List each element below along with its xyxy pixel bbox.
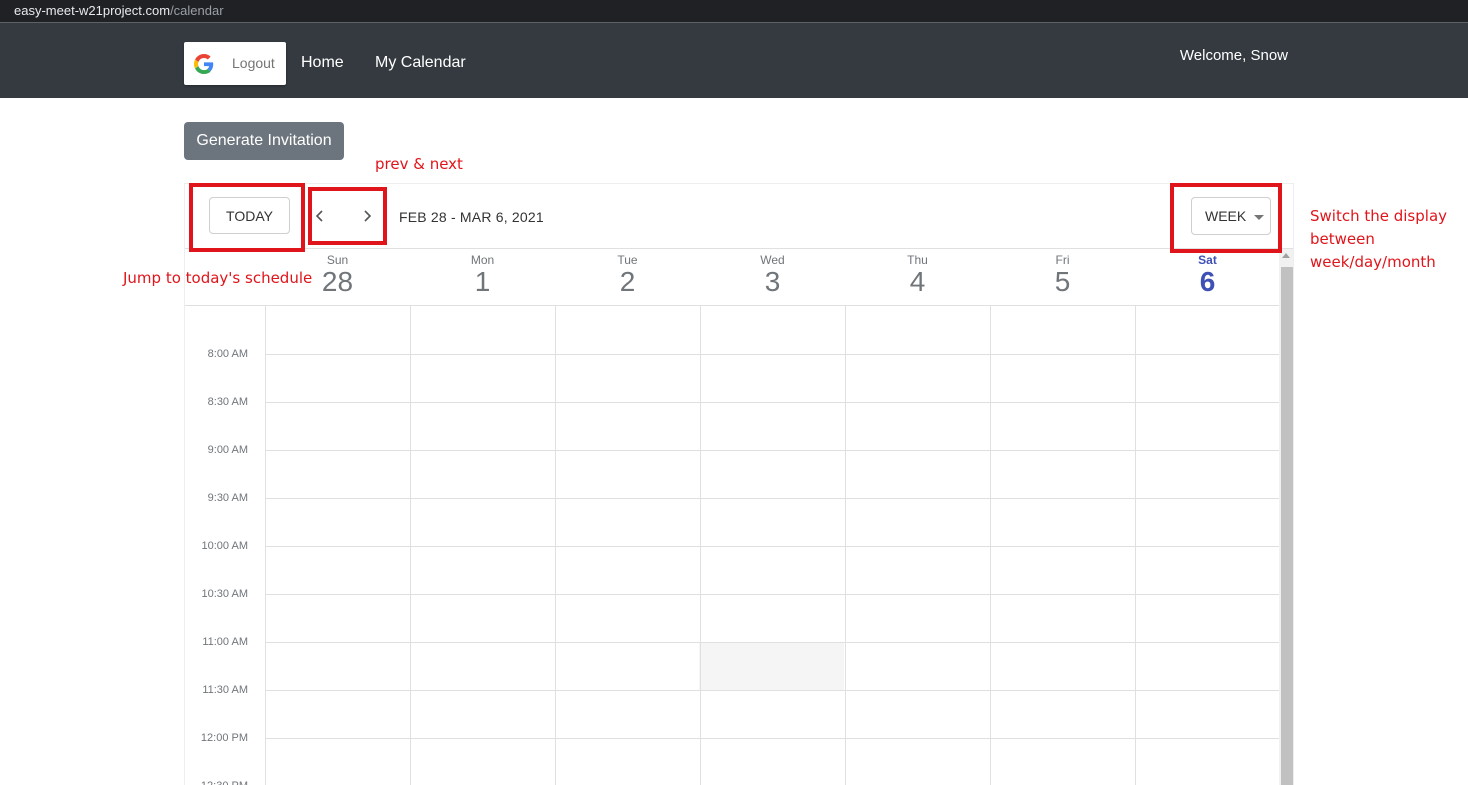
highlighted-time-slot[interactable]	[699, 643, 844, 690]
annotation-switch-view: Switch the display between week/day/mont…	[1310, 205, 1447, 274]
google-icon	[194, 54, 214, 74]
time-row-line	[265, 354, 1279, 355]
day-date: 6	[1199, 266, 1216, 297]
day-header-wed[interactable]: Wed 3	[700, 249, 845, 305]
annotation-switch-line-2: between	[1310, 230, 1375, 248]
top-navbar: Logout Home My Calendar Welcome, Snow	[0, 23, 1468, 98]
vertical-scrollbar[interactable]	[1279, 249, 1293, 785]
time-row-line	[265, 642, 1279, 643]
time-label: 12:30 PM	[185, 780, 248, 785]
url-domain: easy-meet-w21project.com	[14, 3, 171, 18]
time-row-line	[265, 450, 1279, 451]
time-grid[interactable]: 8:00 AM 8:30 AM 9:00 AM 9:30 AM 10:00 AM 10:3…	[185, 306, 1281, 785]
day-date: 1	[474, 266, 491, 297]
day-header-sun[interactable]: Sun 28	[265, 249, 410, 305]
annotation-switch-line-3: week/day/month	[1310, 253, 1436, 271]
day-name: Mon	[470, 253, 495, 267]
time-label: 11:00 AM	[202, 636, 248, 648]
date-range-label: FEB 28 - MAR 6, 2021	[399, 209, 544, 225]
time-row-line	[265, 738, 1279, 739]
nav-link-my-calendar[interactable]: My Calendar	[375, 54, 466, 72]
time-label: 8:00 AM	[207, 348, 248, 360]
time-label: 9:00 AM	[207, 444, 248, 456]
week-calendar: TODAY FEB 28 - MAR 6, 2021 WEEK Sun 28 Mon…	[184, 183, 1294, 785]
annotation-prev-next: prev & next	[375, 155, 463, 173]
generate-invitation-button[interactable]: Generate Invitation	[184, 122, 344, 160]
time-row-line	[265, 546, 1279, 547]
time-row-line	[265, 402, 1279, 403]
url-text[interactable]: easy-meet-w21project.com/calendar	[14, 3, 224, 18]
time-label: 8:30 AM	[207, 396, 248, 408]
annotation-box-today	[189, 183, 305, 252]
day-date: 3	[764, 266, 781, 297]
time-row-line	[265, 594, 1279, 595]
annotation-box-prev-next	[308, 187, 387, 245]
scroll-up-arrow-icon[interactable]	[1282, 253, 1290, 258]
time-row-line	[265, 690, 1279, 691]
annotation-switch-line-1: Switch the display	[1310, 207, 1448, 225]
day-header-thu[interactable]: Thu 4	[845, 249, 990, 305]
day-date: 5	[1054, 266, 1071, 297]
day-date: 28	[321, 266, 354, 297]
day-header-row: Sun 28 Mon 1 Tue 2 Wed 3 Thu 4 Fri 5 Sat 6	[185, 249, 1279, 306]
annotation-box-view-switch	[1170, 183, 1282, 253]
time-label: 10:30 AM	[201, 588, 248, 600]
day-name: Sat	[1198, 253, 1217, 267]
day-header-tue[interactable]: Tue 2	[555, 249, 700, 305]
scrollbar-thumb[interactable]	[1281, 267, 1293, 785]
day-name: Sun	[326, 253, 349, 267]
nav-link-home[interactable]: Home	[301, 54, 344, 72]
time-label: 12:00 PM	[200, 732, 248, 744]
welcome-text: Welcome, Snow	[1179, 47, 1288, 64]
day-header-sat[interactable]: Sat 6	[1135, 249, 1280, 305]
time-row-line	[265, 498, 1279, 499]
day-date: 4	[909, 266, 926, 297]
day-name: Fri	[1055, 253, 1070, 267]
url-path: /calendar	[170, 3, 224, 18]
time-label: 9:30 AM	[207, 492, 248, 504]
logout-label: Logout	[232, 55, 275, 71]
time-label: 10:00 AM	[201, 540, 248, 552]
day-name: Thu	[907, 253, 928, 267]
time-label: 11:30 AM	[202, 684, 248, 696]
day-date: 2	[619, 266, 636, 297]
google-logout-button[interactable]: Logout	[184, 42, 286, 85]
day-header-fri[interactable]: Fri 5	[990, 249, 1135, 305]
day-header-mon[interactable]: Mon 1	[410, 249, 555, 305]
day-name: Wed	[760, 253, 785, 267]
day-name: Tue	[617, 253, 638, 267]
browser-url-bar[interactable]: easy-meet-w21project.com/calendar	[0, 0, 1468, 23]
